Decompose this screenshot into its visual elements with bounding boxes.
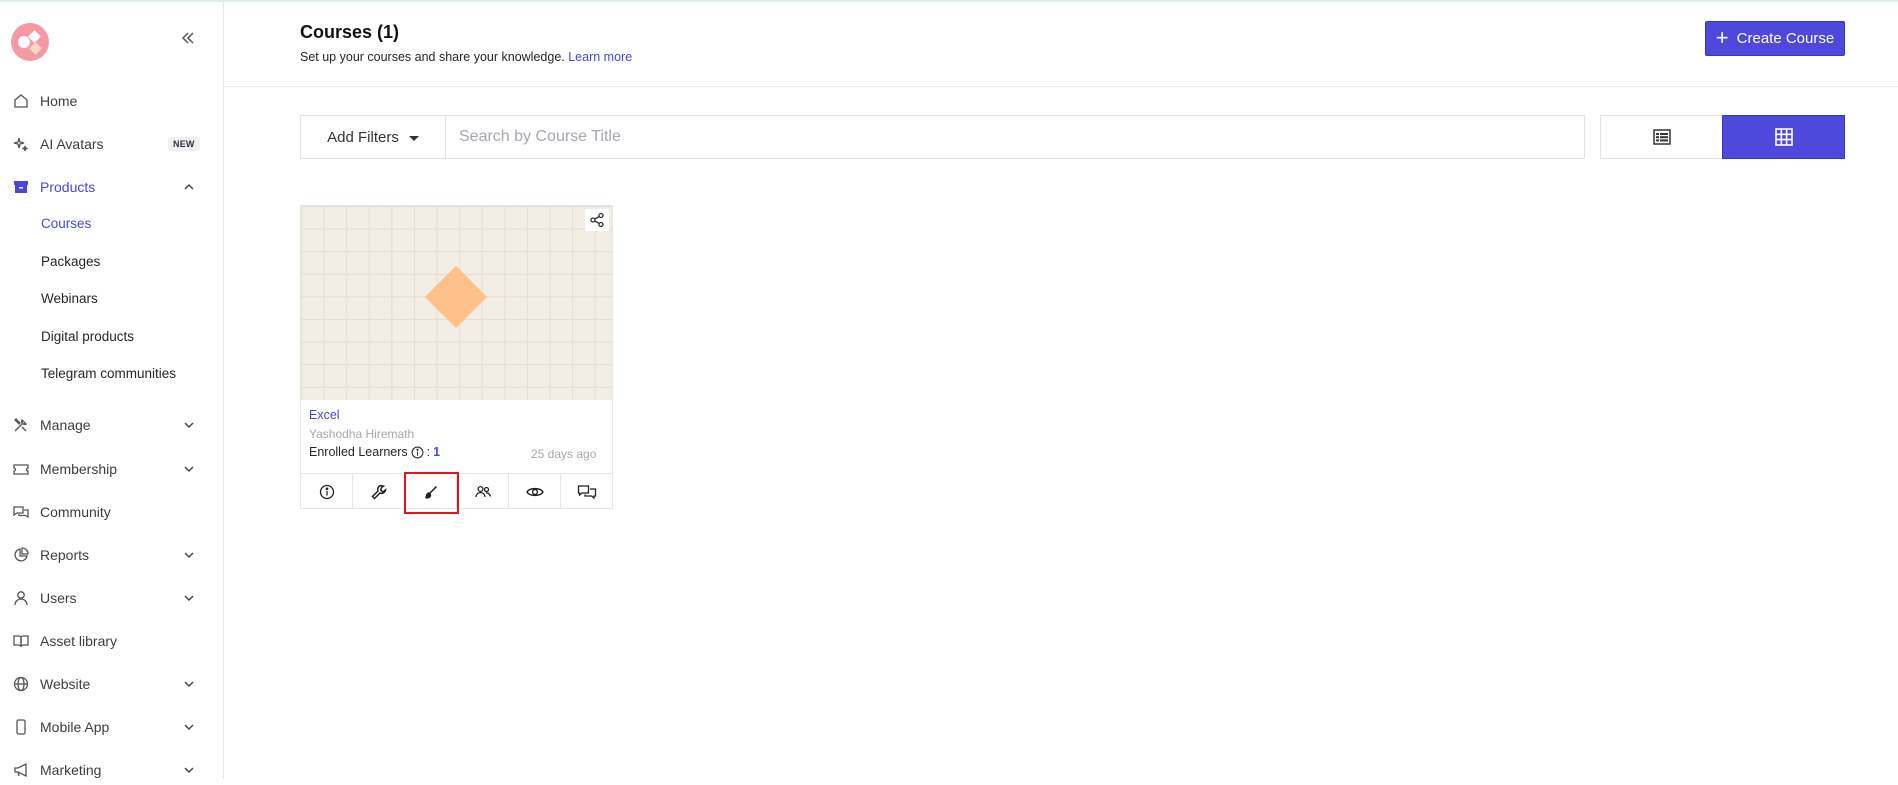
ticket-icon: [13, 464, 29, 475]
chevron-up-icon: [184, 183, 194, 190]
info-icon: [319, 484, 334, 499]
home-icon: [14, 94, 28, 108]
sidebar-item-label: Mobile App: [40, 719, 110, 735]
megaphone-icon: [14, 762, 27, 778]
chevron-down-icon: [184, 552, 194, 559]
page-header: Courses (1) Set up your courses and shar…: [225, 2, 1898, 87]
chevron-down-icon: [184, 724, 194, 731]
share-icon: [590, 212, 604, 228]
sidebar-item-reports[interactable]: Reports: [0, 540, 224, 570]
enrolled-separator: :: [426, 445, 431, 459]
book-icon: [13, 635, 29, 648]
sidebar-item-label: Asset library: [40, 633, 118, 649]
page-subtitle-text: Set up your courses and share your knowl…: [300, 50, 565, 64]
sidebar-item-home[interactable]: Home: [0, 86, 224, 116]
sidebar-subitem-packages[interactable]: Packages: [41, 254, 100, 269]
sidebar-item-users[interactable]: Users: [0, 583, 224, 613]
globe-icon: [13, 676, 29, 692]
sidebar-item-label: Website: [40, 676, 91, 692]
sidebar-item-website[interactable]: Website: [0, 669, 224, 699]
sidebar-subitem-courses[interactable]: Courses: [41, 216, 91, 231]
users-icon: [474, 485, 491, 497]
page-title: Courses (1): [300, 22, 400, 42]
page-subtitle: Set up your courses and share your knowl…: [300, 50, 632, 64]
sidebar-item-mobile-app[interactable]: Mobile App: [0, 712, 224, 742]
course-comments-button[interactable]: [561, 474, 612, 509]
course-card[interactable]: Excel Yashodha Hiremath Enrolled Learner…: [300, 205, 613, 514]
sidebar-item-ai-avatars[interactable]: AI Avatars NEW: [0, 129, 224, 159]
list-view-toggle[interactable]: [1600, 115, 1723, 159]
info-icon[interactable]: [411, 446, 424, 459]
sidebar-subitem-digital-products[interactable]: Digital products: [41, 329, 134, 344]
sidebar-item-membership[interactable]: Membership: [0, 454, 224, 484]
chat-icon: [13, 506, 29, 519]
sidebar-item-label: Community: [40, 504, 111, 520]
sidebar-item-label: Products: [40, 179, 96, 195]
grid-view-icon: [1774, 128, 1793, 146]
course-actions: [301, 472, 612, 514]
share-button[interactable]: [585, 209, 609, 231]
brush-icon: [424, 485, 437, 499]
sidebar-item-community[interactable]: Community: [0, 497, 224, 527]
create-course-button[interactable]: + Create Course: [1705, 21, 1845, 56]
enrolled-learners: Enrolled Learners : 1: [309, 445, 440, 459]
enrolled-count[interactable]: 1: [433, 445, 440, 459]
enrolled-learners-label: Enrolled Learners: [309, 445, 408, 459]
collapse-sidebar-icon[interactable]: [178, 28, 198, 48]
archive-icon: [14, 181, 28, 193]
list-view-icon: [1652, 129, 1671, 145]
create-course-label: Create Course: [1736, 30, 1835, 47]
sidebar-item-manage[interactable]: Manage: [0, 410, 224, 440]
tools-icon: [14, 418, 28, 432]
course-title-link[interactable]: Excel: [309, 408, 340, 422]
sidebar-item-label: Manage: [40, 417, 91, 433]
sidebar-subitem-telegram-communities[interactable]: Telegram communities: [41, 366, 176, 381]
chevron-down-icon: [184, 466, 194, 473]
caret-down-icon: [408, 136, 419, 141]
add-filters-label: Add Filters: [327, 128, 399, 146]
sparkle-icon: [13, 137, 28, 152]
mobile-icon: [16, 719, 26, 735]
sidebar-item-asset-library[interactable]: Asset library: [0, 626, 224, 656]
sidebar-item-label: Marketing: [40, 762, 102, 778]
course-learners-button[interactable]: [457, 474, 509, 509]
course-updated-time: 25 days ago: [531, 447, 597, 461]
course-info-button[interactable]: [301, 474, 353, 509]
eye-icon: [525, 487, 544, 496]
grid-view-toggle[interactable]: [1722, 115, 1845, 159]
course-preview-button[interactable]: [509, 474, 561, 509]
add-filters-dropdown[interactable]: Add Filters: [301, 116, 446, 158]
sidebar-item-label: Home: [40, 93, 78, 109]
sidebar: Home AI Avatars NEW Products Courses Pac…: [0, 2, 224, 779]
plus-icon: +: [1715, 24, 1729, 50]
search-input[interactable]: [447, 116, 1584, 158]
pie-chart-icon: [14, 547, 29, 562]
sidebar-item-label: Users: [40, 590, 77, 606]
wrench-icon: [370, 484, 387, 500]
new-badge: NEW: [168, 137, 200, 151]
learn-more-link[interactable]: Learn more: [568, 50, 632, 64]
sidebar-item-label: Reports: [40, 547, 90, 563]
course-settings-button[interactable]: [353, 474, 405, 509]
logo-icon[interactable]: [10, 22, 50, 62]
sidebar-item-marketing[interactable]: Marketing: [0, 755, 224, 785]
course-author: Yashodha Hiremath: [309, 427, 415, 441]
sidebar-item-label: Membership: [40, 461, 118, 477]
sidebar-subitem-webinars[interactable]: Webinars: [41, 291, 98, 306]
course-thumbnail-diamond: [424, 265, 488, 329]
user-icon: [14, 591, 28, 606]
course-thumbnail[interactable]: [301, 206, 612, 400]
comments-icon: [577, 484, 596, 499]
chevron-down-icon: [184, 595, 194, 602]
sidebar-item-label: AI Avatars: [40, 136, 104, 152]
chevron-down-icon: [184, 422, 194, 429]
chevron-down-icon: [184, 681, 194, 688]
sidebar-item-products[interactable]: Products: [0, 172, 224, 202]
filter-bar: Add Filters: [300, 115, 1585, 159]
course-edit-content-button[interactable]: [404, 472, 459, 514]
chevron-down-icon: [184, 767, 194, 774]
